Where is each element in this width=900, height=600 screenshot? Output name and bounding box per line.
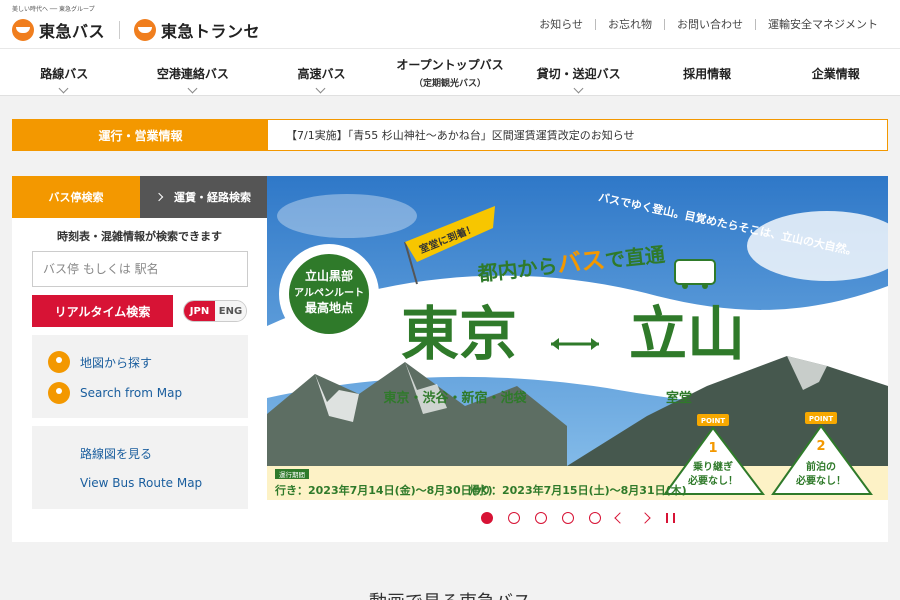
language-toggle[interactable]: JPN ENG — [183, 300, 247, 322]
chevron-right-icon — [154, 192, 164, 202]
lang-option-eng[interactable]: ENG — [215, 301, 246, 321]
route-badge: 立山黒部 アルペンルート 最高地点 — [279, 244, 379, 344]
map-search-link-jp[interactable]: 地図から探す — [48, 351, 152, 373]
tokyu-bus-logo[interactable]: 東急バス — [12, 18, 105, 42]
route-map-box: 路線図を見る View Bus Route Map — [32, 426, 248, 509]
main-nav: 路線バス 空港連絡バス 高速バス オープントップバス （定期観光バス） 貸切・送… — [0, 48, 900, 96]
tab-bus-stop-search[interactable]: バス停検索 — [12, 176, 140, 218]
chevron-down-icon — [187, 83, 198, 94]
carousel-dot[interactable] — [589, 512, 601, 524]
banner-title-tokyo: 東京 — [401, 300, 517, 368]
tokyu-transe-logo-text: 東急トランセ — [161, 22, 261, 41]
nav-item-charter-bus[interactable]: 貸切・送迎バス — [514, 49, 643, 95]
nav-item-route-bus[interactable]: 路線バス — [0, 49, 129, 95]
tokyu-logo-icon — [134, 19, 157, 41]
chevron-down-icon — [58, 83, 69, 94]
nav-item-label: オープントップバス — [396, 58, 504, 72]
tokyu-logo-icon — [12, 19, 34, 41]
map-pin-icon — [48, 351, 70, 373]
banner-destination: 室堂 — [666, 390, 692, 406]
point-2-number: 2 — [816, 439, 825, 454]
map-search-link-en[interactable]: Search from Map — [48, 382, 182, 404]
map-link-label: Search from Map — [80, 386, 183, 400]
logo-group: 美しい時代へ ── 東急グループ 東急バス 東急トランセ — [12, 6, 260, 42]
banner-title-tateyama: 立山 — [629, 300, 745, 368]
tokyu-bus-logo-text: 東急バス — [39, 22, 106, 41]
map-pin-icon — [48, 382, 70, 404]
search-panel: バス停検索 運賃・経路検索 時刻表・混雑情報が検索できます リアルタイム検索 J… — [12, 176, 267, 542]
nav-item-label: 空港連絡バス — [156, 67, 229, 81]
nav-item-highway-bus[interactable]: 高速バス — [257, 49, 386, 95]
outbound-dates: 行き：2023年7月14日(金)〜8月30日(水) — [274, 483, 493, 497]
lang-option-jpn[interactable]: JPN — [184, 301, 215, 321]
nav-item-open-top-bus[interactable]: オープントップバス （定期観光バス） — [386, 49, 515, 95]
map-search-box: 地図から探す Search from Map — [32, 335, 248, 418]
badge-line-2: アルペンルート — [294, 287, 364, 299]
service-info-label: 運行・営業情報 — [13, 120, 268, 150]
pause-icon[interactable] — [666, 513, 675, 523]
nav-item-label: 企業情報 — [811, 67, 860, 81]
utility-link-safety[interactable]: 運輸安全マネジメント — [768, 16, 878, 32]
bus-stop-search-input[interactable] — [32, 251, 248, 287]
badge-line-3: 最高地点 — [305, 300, 353, 315]
nav-item-label: 貸切・送迎バス — [536, 67, 621, 81]
nav-item-label: 高速バス — [297, 67, 346, 81]
map-link-label: 地図から探す — [80, 355, 153, 370]
tab-label: 運賃・経路検索 — [174, 191, 251, 204]
nav-item-sublabel: （定期観光バス） — [414, 79, 487, 89]
operation-period-tag: 運行期間 — [279, 470, 305, 479]
nav-item-label: 採用情報 — [683, 67, 732, 81]
point-2-line-1: 前泊の — [806, 460, 836, 473]
carousel-controls — [481, 512, 675, 524]
utility-link-news[interactable]: お知らせ — [539, 16, 583, 32]
group-tagline: 美しい時代へ ── 東急グループ — [12, 6, 95, 13]
realtime-search-button[interactable]: リアルタイム検索 — [32, 295, 173, 327]
video-section-heading: 動画で見る東急バス — [0, 588, 900, 600]
logo-divider — [119, 21, 121, 39]
return-dates: 帰り：2023年7月15日(土)〜8月31日(木) — [469, 483, 687, 497]
banner-artwork: 立山黒部 アルペンルート 最高地点 室堂に到着！ バスでゆく登山。目覚めたらそこ… — [267, 176, 888, 500]
point-2-line-2: 必要なし！ — [795, 474, 846, 487]
utility-divider — [664, 18, 665, 30]
site-header: 美しい時代へ ── 東急グループ 東急バス 東急トランセ お知らせ お忘れ物 お… — [0, 0, 900, 48]
carousel-dot[interactable] — [535, 512, 547, 524]
tab-fare-route-search[interactable]: 運賃・経路検索 — [140, 176, 267, 218]
chevron-down-icon — [573, 83, 584, 94]
search-caption: 時刻表・混雑情報が検索できます — [57, 230, 222, 243]
route-map-link-jp[interactable]: 路線図を見る — [80, 445, 152, 462]
bus-illustration-icon — [674, 259, 716, 285]
tokyu-transe-logo[interactable]: 東急トランセ — [134, 18, 260, 42]
main-content: バス停検索 運賃・経路検索 時刻表・混雑情報が検索できます リアルタイム検索 J… — [12, 176, 888, 542]
service-info-link[interactable]: 【7/1実施】「青55 杉山神社～あかね台」区間運賃運賃改定のお知らせ — [268, 120, 634, 150]
banner-origins: 東京・渋谷・新宿・池袋 — [383, 390, 527, 406]
chevron-right-icon[interactable] — [639, 512, 651, 524]
utility-nav: お知らせ お忘れ物 お問い合わせ 運輸安全マネジメント — [539, 16, 878, 32]
carousel-dot[interactable] — [508, 512, 520, 524]
point-label: POINT — [701, 417, 726, 425]
subtitle-bus: バス — [556, 246, 607, 279]
utility-link-contact[interactable]: お問い合わせ — [677, 16, 743, 32]
utility-divider — [755, 18, 756, 30]
point-label: POINT — [809, 415, 834, 423]
point-1-number: 1 — [708, 441, 717, 456]
utility-link-lost-items[interactable]: お忘れ物 — [608, 16, 652, 32]
route-map-link-en[interactable]: View Bus Route Map — [80, 476, 202, 490]
chevron-left-icon[interactable] — [614, 512, 626, 524]
carousel-dot[interactable] — [481, 512, 493, 524]
badge-line-1: 立山黒部 — [305, 268, 353, 283]
nav-item-recruit[interactable]: 採用情報 — [643, 49, 772, 95]
nav-item-company[interactable]: 企業情報 — [771, 49, 900, 95]
nav-item-label: 路線バス — [40, 67, 89, 81]
carousel-dot[interactable] — [562, 512, 574, 524]
chevron-down-icon — [315, 83, 326, 94]
point-1-line-2: 必要なし！ — [687, 474, 738, 487]
service-info-bar: 運行・営業情報 【7/1実施】「青55 杉山神社～あかね台」区間運賃運賃改定のお… — [12, 119, 888, 151]
hero-banner[interactable]: 立山黒部 アルペンルート 最高地点 室堂に到着！ バスでゆく登山。目覚めたらそこ… — [267, 176, 888, 500]
point-1-line-1: 乗り継ぎ — [692, 460, 733, 473]
nav-item-airport-bus[interactable]: 空港連絡バス — [129, 49, 258, 95]
utility-divider — [595, 18, 596, 30]
